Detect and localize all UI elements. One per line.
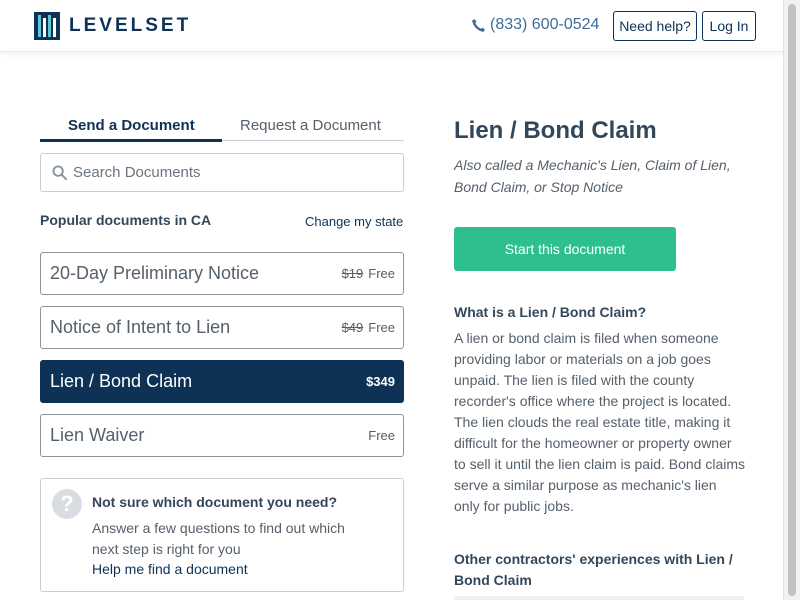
phone-icon: [472, 18, 485, 32]
document-old-price: $19: [341, 266, 364, 281]
search-input[interactable]: [73, 164, 393, 181]
finder-description: Answer a few questions to find out which…: [92, 520, 345, 557]
experiences-heading: Other contractors' experiences with Lien…: [454, 551, 733, 588]
experiences-section-edge: [454, 596, 744, 600]
document-card-preliminary-notice[interactable]: 20-Day Preliminary Notice $19 Free: [40, 252, 404, 295]
document-price: $349: [366, 374, 395, 389]
search-icon: [52, 165, 67, 180]
start-document-button[interactable]: Start this document: [454, 227, 676, 271]
document-card-lien-bond-claim[interactable]: Lien / Bond Claim $349: [40, 360, 404, 403]
phone-link[interactable]: (833) 600-0524: [471, 16, 599, 34]
page-scrollbar[interactable]: [783, 0, 800, 600]
phone-number: (833) 600-0524: [490, 16, 600, 33]
active-tab-indicator: [40, 139, 222, 142]
document-name: Lien / Bond Claim: [50, 371, 193, 391]
popular-documents-heading: Popular documents in CA: [40, 212, 212, 228]
document-title: Lien / Bond Claim: [454, 117, 657, 144]
document-price: $19 Free: [342, 266, 395, 281]
document-tabs: Send a Document Request a Document: [40, 115, 404, 142]
what-is-heading: What is a Lien / Bond Claim?: [454, 304, 647, 320]
document-current-price: Free: [368, 266, 395, 281]
find-document-link[interactable]: Help me find a document: [92, 561, 248, 577]
document-name: 20-Day Preliminary Notice: [50, 263, 260, 283]
levelset-logo-icon: [34, 12, 60, 40]
brand-name: LEVELSET: [69, 15, 192, 36]
search-box: [40, 153, 404, 192]
document-aliases: Also called a Mechanic's Lien, Claim of …: [454, 157, 731, 195]
document-price: Free: [368, 428, 395, 443]
document-old-price: $49: [341, 320, 364, 335]
document-name: Notice of Intent to Lien: [50, 317, 231, 337]
document-price: $49 Free: [342, 320, 395, 335]
levelset-logo[interactable]: LEVELSET: [33, 9, 191, 43]
document-current-price: Free: [368, 320, 395, 335]
site-header: LEVELSET (833) 600-0524 Need help? Log I…: [0, 0, 783, 52]
tab-request-document[interactable]: Request a Document: [240, 117, 381, 134]
document-card-intent-to-lien[interactable]: Notice of Intent to Lien $49 Free: [40, 306, 404, 349]
document-current-price: Free: [368, 428, 395, 443]
document-name: Lien Waiver: [50, 425, 145, 445]
what-is-description: A lien or bond claim is filed when someo…: [454, 330, 746, 514]
document-card-lien-waiver[interactable]: Lien Waiver Free: [40, 414, 404, 457]
finder-title: Not sure which document you need?: [92, 494, 338, 510]
need-help-button[interactable]: Need help?: [613, 11, 697, 41]
tab-send-document[interactable]: Send a Document: [68, 117, 195, 134]
scrollbar-thumb[interactable]: [788, 4, 796, 596]
document-current-price: $349: [366, 374, 395, 389]
question-icon: ?: [52, 489, 82, 519]
document-finder-box: ? Not sure which document you need? Answ…: [40, 478, 404, 592]
login-button[interactable]: Log In: [702, 11, 756, 41]
change-state-link[interactable]: Change my state: [305, 214, 403, 229]
